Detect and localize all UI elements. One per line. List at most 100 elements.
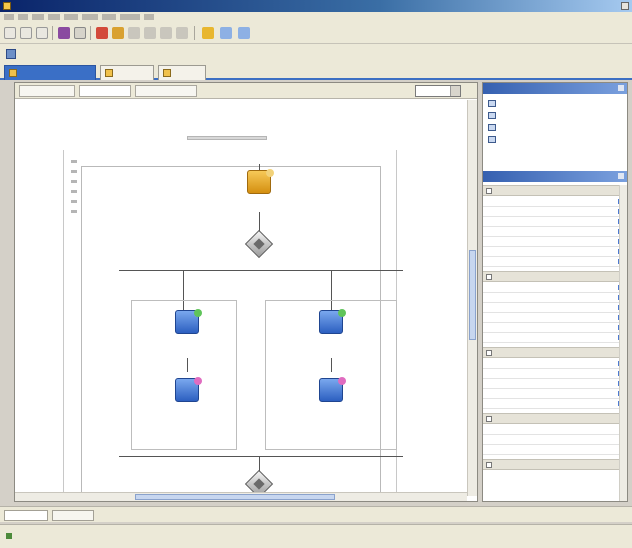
status-dot	[194, 309, 202, 317]
invoke-activity[interactable]	[175, 377, 202, 402]
tab-second[interactable]	[100, 65, 154, 80]
tab-third[interactable]	[158, 65, 206, 80]
toolbar-separator	[52, 26, 53, 40]
menu-item-9[interactable]	[144, 14, 154, 20]
menu-item-1[interactable]	[4, 14, 14, 20]
undo-icon[interactable]	[144, 27, 156, 39]
title-bar	[0, 0, 632, 12]
paste-icon[interactable]	[128, 27, 140, 39]
property-row[interactable]	[483, 283, 627, 293]
invoke-activity[interactable]	[319, 377, 346, 402]
file-icon	[163, 69, 171, 77]
open-icon[interactable]	[20, 27, 32, 39]
collapse-icon[interactable]	[486, 274, 492, 280]
toolbar-separator	[194, 26, 195, 40]
structure-item[interactable]	[483, 111, 627, 121]
partner-link-gutter	[71, 160, 79, 240]
redo-icon[interactable]	[160, 27, 172, 39]
status-dot	[338, 309, 346, 317]
property-row[interactable]	[483, 333, 627, 343]
property-row[interactable]	[483, 227, 627, 237]
property-row[interactable]	[483, 293, 627, 303]
variable-icon	[488, 112, 496, 119]
property-section[interactable]	[483, 459, 627, 470]
save-icon[interactable]	[36, 27, 48, 39]
subtab-third[interactable]	[135, 85, 197, 97]
copy-icon[interactable]	[112, 27, 124, 39]
file-tab-strip	[0, 62, 632, 80]
invoke-activity[interactable]	[175, 309, 202, 334]
deploy-icon[interactable]	[58, 27, 70, 39]
property-row[interactable]	[483, 303, 627, 313]
property-row[interactable]	[483, 313, 627, 323]
property-section[interactable]	[483, 347, 627, 358]
structure-item[interactable]	[483, 147, 627, 157]
right-pane	[482, 82, 628, 502]
invoke-activity[interactable]	[319, 309, 346, 334]
variable-icon	[488, 100, 496, 107]
menu-item-6[interactable]	[82, 14, 98, 20]
canvas-vertical-scrollbar[interactable]	[467, 100, 477, 496]
structure-item[interactable]	[483, 99, 627, 109]
property-row[interactable]	[483, 369, 627, 379]
property-row[interactable]	[483, 435, 627, 445]
property-row[interactable]	[483, 247, 627, 257]
menu-item-5[interactable]	[64, 14, 78, 20]
property-section[interactable]	[483, 271, 627, 282]
receive-activity[interactable]	[247, 169, 274, 194]
canvas-horizontal-scrollbar[interactable]	[15, 492, 467, 501]
structure-item[interactable]	[483, 135, 627, 145]
property-row[interactable]	[483, 197, 627, 207]
close-icon[interactable]	[621, 2, 629, 10]
structure-pane-title	[483, 83, 627, 94]
property-row[interactable]	[483, 389, 627, 399]
toolbar-separator	[90, 26, 91, 40]
subtab-diagram[interactable]	[19, 85, 75, 97]
menu-item-3[interactable]	[32, 14, 44, 20]
properties-pane-title	[483, 171, 627, 182]
debug-icon[interactable]	[220, 27, 232, 39]
property-row[interactable]	[483, 359, 627, 369]
property-row[interactable]	[483, 425, 627, 435]
close-icon[interactable]	[618, 85, 624, 91]
property-row[interactable]	[483, 257, 627, 267]
property-row[interactable]	[483, 399, 627, 409]
tab-process[interactable]	[4, 65, 96, 80]
collapse-icon[interactable]	[486, 188, 492, 194]
property-row[interactable]	[483, 445, 627, 455]
property-section[interactable]	[483, 413, 627, 424]
menu-item-8[interactable]	[120, 14, 140, 20]
file-icon	[105, 69, 113, 77]
property-row[interactable]	[483, 237, 627, 247]
zoom-select[interactable]	[415, 85, 461, 97]
property-row[interactable]	[483, 379, 627, 389]
tab-bottom-second[interactable]	[52, 510, 94, 521]
status-dot	[266, 169, 274, 177]
tab-bottom-first[interactable]	[4, 510, 48, 521]
close-icon[interactable]	[618, 173, 624, 179]
property-row[interactable]	[483, 217, 627, 227]
menu-item-7[interactable]	[102, 14, 116, 20]
structure-item[interactable]	[483, 123, 627, 133]
scope-handle[interactable]	[187, 136, 267, 140]
collapse-icon[interactable]	[486, 416, 492, 422]
collapse-icon[interactable]	[486, 350, 492, 356]
diagram-canvas[interactable]	[15, 100, 467, 496]
menu-item-4[interactable]	[48, 14, 60, 20]
navigator-label[interactable]	[22, 49, 62, 58]
new-file-icon[interactable]	[4, 27, 16, 39]
chevron-down-icon[interactable]	[450, 86, 460, 96]
subtab-active[interactable]	[79, 85, 131, 97]
property-row[interactable]	[483, 323, 627, 333]
cut-icon[interactable]	[96, 27, 108, 39]
menu-item-2[interactable]	[18, 14, 28, 20]
expand-icon[interactable]	[486, 462, 492, 468]
property-section[interactable]	[483, 185, 627, 196]
profile-icon[interactable]	[238, 27, 250, 39]
status-icon	[6, 533, 12, 539]
properties-scrollbar[interactable]	[619, 185, 627, 501]
find-icon[interactable]	[176, 27, 188, 39]
property-row[interactable]	[483, 207, 627, 217]
run-icon[interactable]	[202, 27, 214, 39]
dropdown-icon[interactable]	[74, 27, 86, 39]
